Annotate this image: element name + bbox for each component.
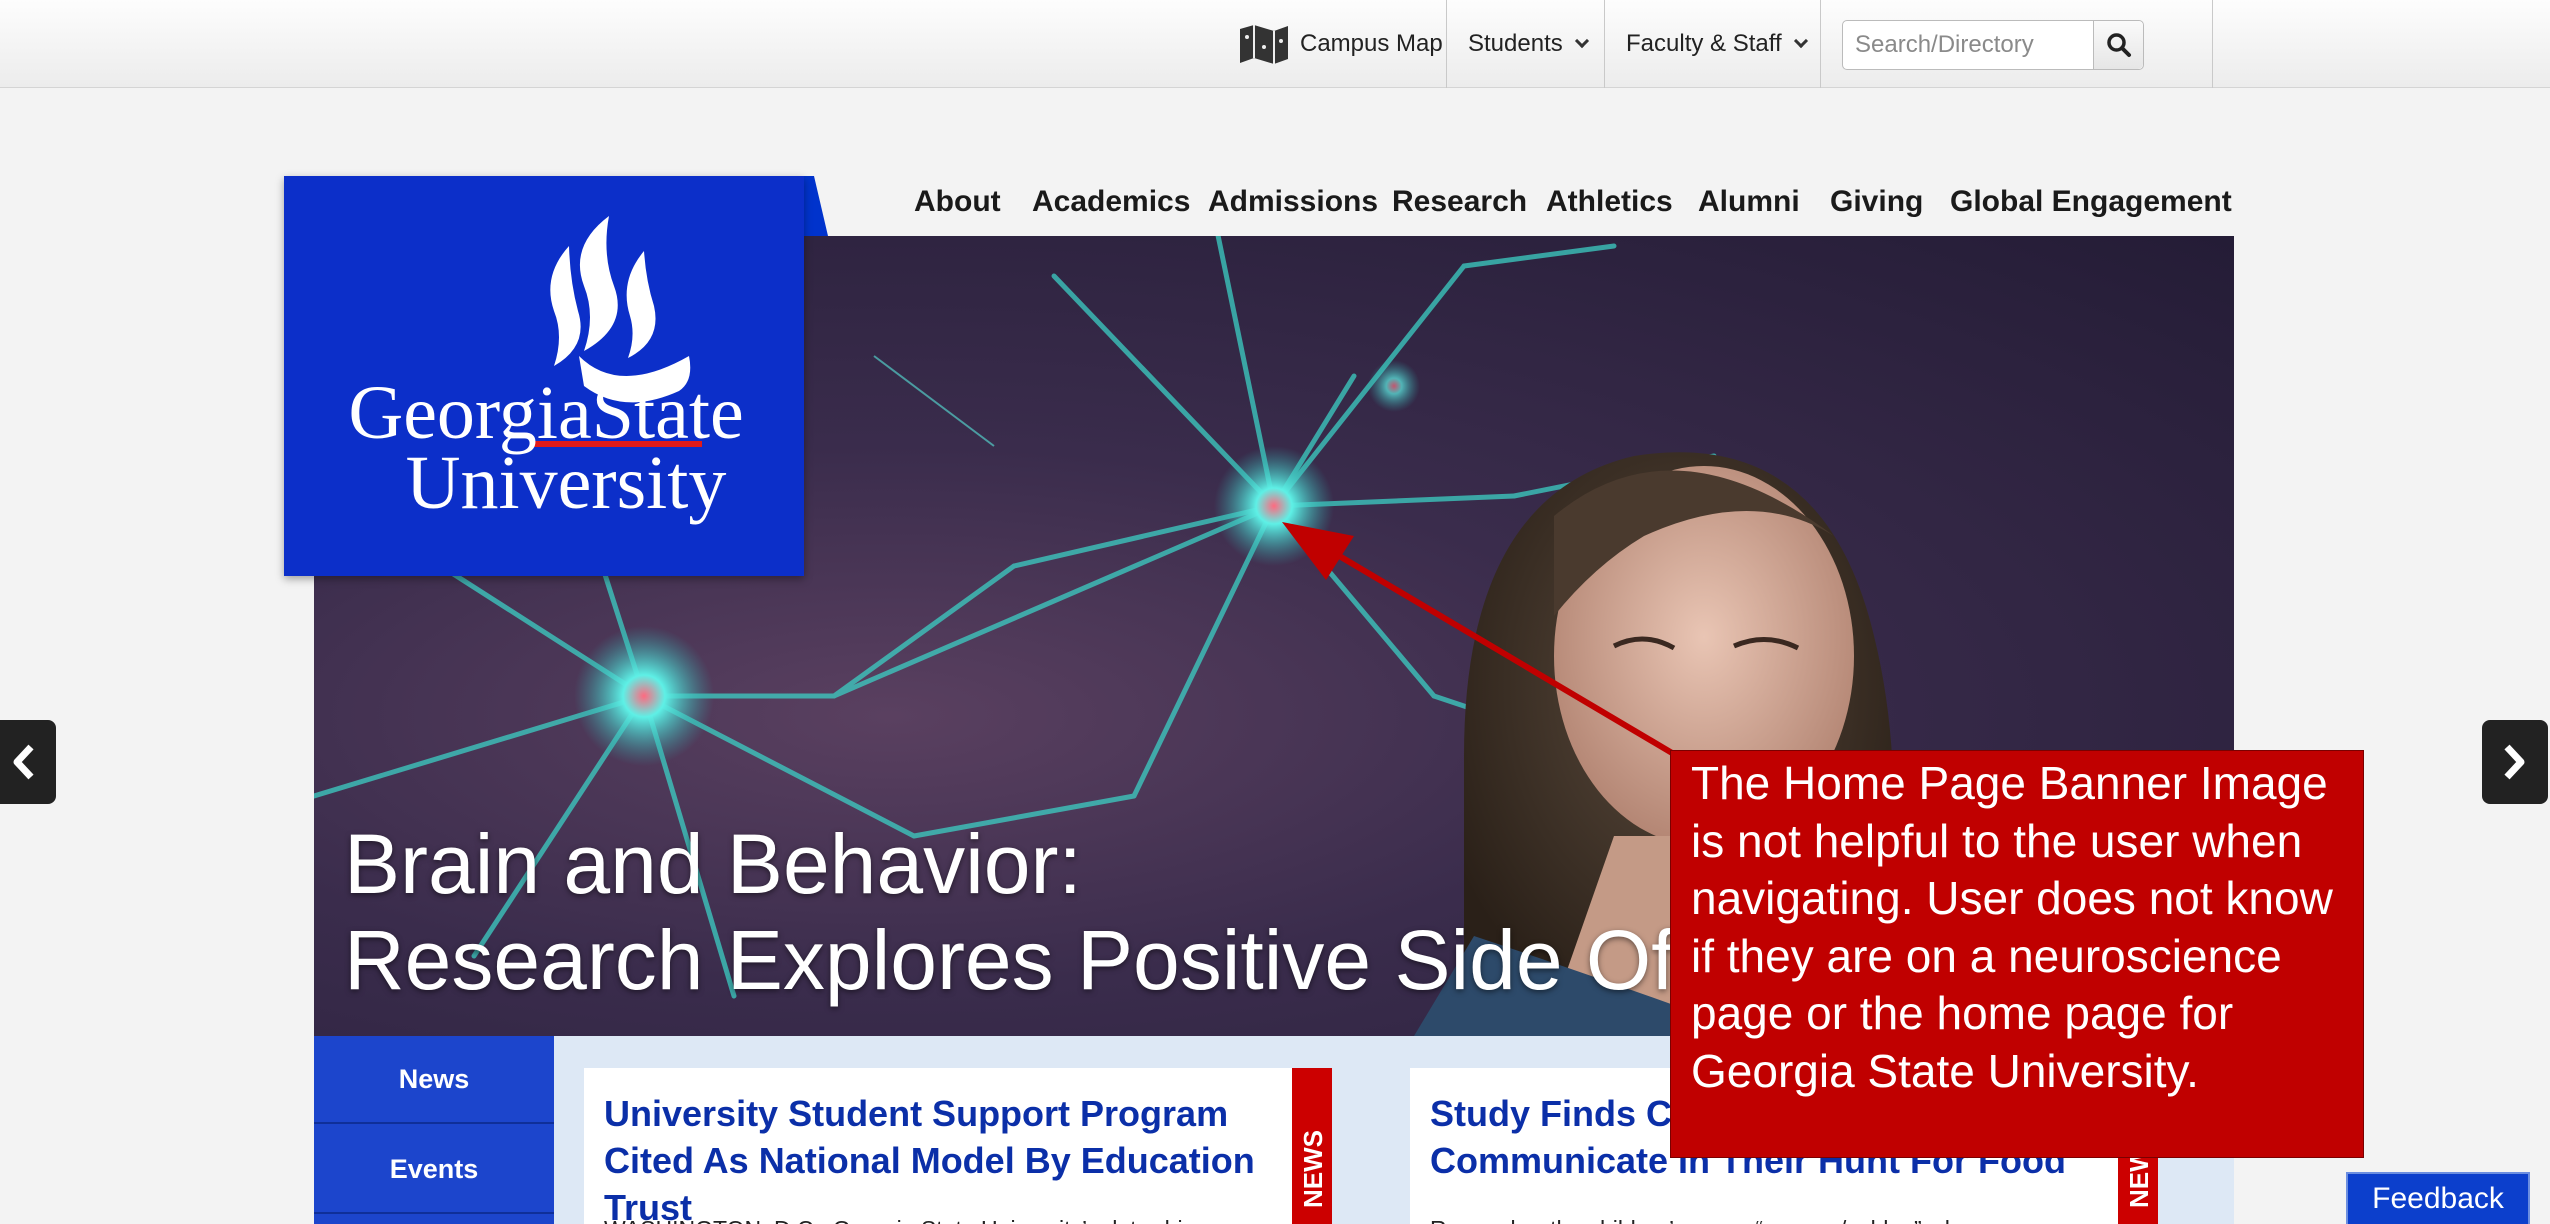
hero-headline-line2: Research Explores Positive Side Of Hu	[344, 913, 1806, 1007]
students-label: Students	[1468, 30, 1563, 57]
chevron-down-icon	[1793, 33, 1808, 49]
news-card-title[interactable]: University Student Support Program Cited…	[604, 1090, 1294, 1224]
faculty-staff-dropdown[interactable]: Faculty & Staff	[1626, 0, 1808, 88]
chevron-right-icon	[2504, 744, 2525, 780]
nav-giving[interactable]: Giving	[1830, 170, 1923, 234]
utility-divider	[1604, 0, 1605, 88]
hero-headline-line1: Brain and Behavior:	[344, 817, 1082, 911]
news-card-title-part1: Study Finds Chi	[1430, 1093, 1704, 1134]
nav-alumni[interactable]: Alumni	[1698, 170, 1800, 234]
gsu-logo[interactable]: GeorgiaState University	[284, 176, 804, 576]
tab-events[interactable]: Events	[314, 1126, 554, 1214]
utility-divider	[1820, 0, 1821, 88]
hero-headline[interactable]: Brain and Behavior: Research Explores Po…	[344, 816, 1805, 1008]
search-icon	[2106, 33, 2131, 57]
campus-map-label: Campus Map	[1300, 30, 1443, 57]
tab-news[interactable]: News	[314, 1036, 554, 1124]
flame-logo-icon: GeorgiaState University	[348, 216, 744, 525]
annotation-text: The Home Page Banner Image is not helpfu…	[1691, 757, 2333, 1097]
news-card-text: Remember the children’s game “warmer/col…	[1430, 1214, 2120, 1224]
news-card[interactable]: University Student Support Program Cited…	[584, 1068, 1332, 1224]
students-dropdown[interactable]: Students	[1468, 0, 1589, 88]
nav-about[interactable]: About	[914, 170, 1001, 234]
nav-athletics[interactable]: Athletics	[1546, 170, 1673, 234]
faculty-staff-label: Faculty & Staff	[1626, 30, 1782, 57]
carousel-next-button[interactable]	[2482, 720, 2548, 804]
utility-divider	[1446, 0, 1447, 88]
utility-bar: Campus Map Students Faculty & Staff	[0, 0, 2550, 88]
logo-wordmark-line2: University	[406, 441, 727, 525]
news-stripe: NEWS	[1292, 1068, 1332, 1224]
nav-admissions[interactable]: Admissions	[1208, 170, 1378, 234]
chevron-left-icon	[13, 744, 34, 780]
chevron-down-icon	[1574, 33, 1589, 49]
nav-academics[interactable]: Academics	[1032, 170, 1190, 234]
news-card-text: WASHINGTON, D.C.–Georgia State Universit…	[604, 1214, 1294, 1224]
search-input[interactable]	[1843, 21, 2093, 69]
feedback-button[interactable]: Feedback	[2346, 1172, 2530, 1224]
annotation-callout: The Home Page Banner Image is not helpfu…	[1670, 750, 2364, 1158]
nav-research[interactable]: Research	[1392, 170, 1527, 234]
search-box	[1842, 20, 2144, 70]
news-stripe-label: NEWS	[1298, 1130, 1328, 1208]
search-button[interactable]	[2093, 21, 2143, 69]
content-tabs: News Events	[314, 1036, 554, 1224]
nav-global-engagement[interactable]: Global Engagement	[1950, 170, 2232, 234]
campus-map-link[interactable]: Campus Map	[1238, 0, 1443, 88]
utility-divider	[2212, 0, 2213, 88]
map-icon	[1240, 25, 1288, 64]
carousel-prev-button[interactable]	[0, 720, 56, 804]
